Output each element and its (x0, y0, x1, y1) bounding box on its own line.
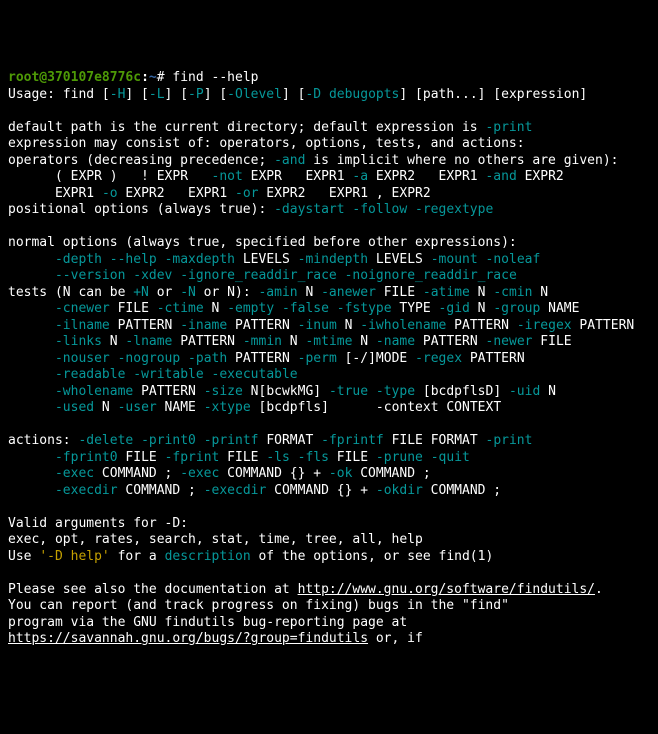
actions-row4: -execdir COMMAND ; -execdir COMMAND {} +… (8, 483, 501, 498)
tests-row5: -nouser -nogroup -path PATTERN -perm [-/… (8, 351, 525, 366)
tests-header: tests (N can be +N or -N or N): -amin N … (8, 285, 548, 300)
footer-line4: https://savannah.gnu.org/bugs/?group=fin… (8, 631, 423, 646)
valid-d-help: Use '-D help' for a description of the o… (8, 549, 493, 564)
normal-opts-row2: --version -xdev -ignore_readdir_race -no… (8, 268, 517, 283)
tests-row4: -links N -lname PATTERN -mmin N -mtime N… (8, 334, 572, 349)
actions-header: actions: -delete -print0 -printf FORMAT … (8, 433, 532, 448)
prompt-userhost: root@370107e8776c (8, 70, 141, 85)
footer-line3: program via the GNU findutils bug-report… (8, 615, 407, 630)
para-default: default path is the current directory; d… (8, 120, 532, 135)
tests-row3: -ilname PATTERN -iname PATTERN -inum N -… (8, 318, 634, 333)
prompt-path: ~ (149, 70, 157, 85)
valid-d-list: exec, opt, rates, search, stat, time, tr… (8, 532, 423, 547)
actions-row2: -fprint0 FILE -fprint FILE -ls -fls FILE… (8, 450, 470, 465)
ops-line2: EXPR1 -o EXPR2 EXPR1 -or EXPR2 EXPR1 , E… (8, 186, 431, 201)
valid-d-header: Valid arguments for -D: (8, 516, 188, 531)
tests-row8: -used N -user NAME -xtype [bcdpfls] -con… (8, 400, 501, 415)
gnu-findutils-link[interactable]: http://www.gnu.org/software/findutils/ (298, 582, 595, 597)
actions-row3: -exec COMMAND ; -exec COMMAND {} + -ok C… (8, 466, 431, 481)
tests-row7: -wholename PATTERN -size N[bcwkMG] -true… (8, 384, 556, 399)
normal-opts-header: normal options (always true, specified b… (8, 235, 517, 250)
typed-command: find --help (172, 70, 258, 85)
prompt-symbol: # (157, 70, 165, 85)
normal-opts-row1: -depth --help -maxdepth LEVELS -mindepth… (8, 252, 540, 267)
usage-line: Usage: find [-H] [-L] [-P] [-Olevel] [-D… (8, 87, 587, 102)
positional-opts: positional options (always true): -dayst… (8, 202, 493, 217)
savannah-bugs-link[interactable]: https://savannah.gnu.org/bugs/?group=fin… (8, 631, 368, 646)
terminal: root@370107e8776c:~# find --help Usage: … (8, 70, 650, 648)
tests-row6: -readable -writable -executable (8, 367, 298, 382)
prompt-line: root@370107e8776c:~# find --help (8, 70, 258, 85)
tests-row2: -cnewer FILE -ctime N -empty -false -fst… (8, 301, 579, 316)
footer-line2: You can report (and track progress on fi… (8, 598, 509, 613)
ops-line1: ( EXPR ) ! EXPR -not EXPR EXPR1 -a EXPR2… (8, 169, 564, 184)
para-operators: operators (decreasing precedence; -and i… (8, 153, 619, 168)
footer-line1: Please see also the documentation at htt… (8, 582, 603, 597)
para-expression: expression may consist of: operators, op… (8, 136, 525, 151)
